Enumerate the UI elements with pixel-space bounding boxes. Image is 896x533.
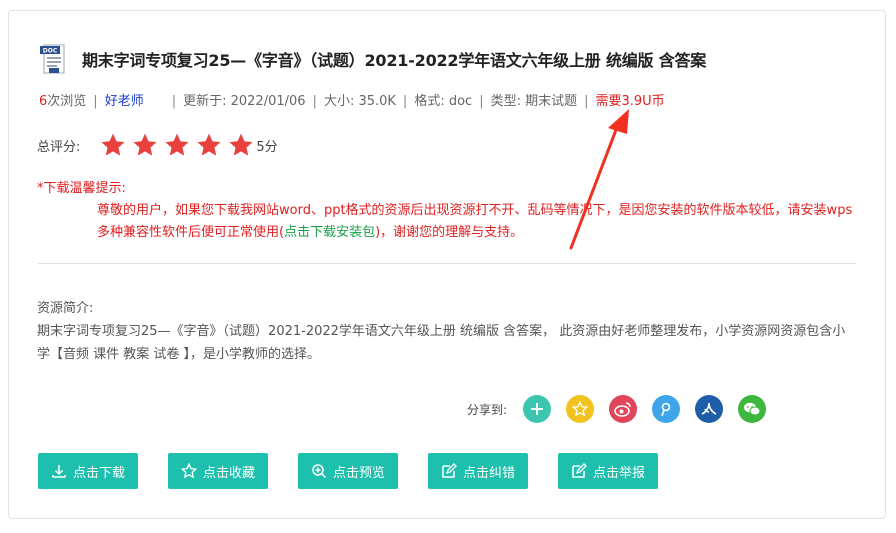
preview-button[interactable]: 点击预览 [298,453,398,489]
views-label: 次浏览 [47,94,87,109]
share-favorite-button[interactable] [566,395,595,423]
star-outline-icon [180,463,197,479]
download-tip-heading: *下载温馨提示: [37,181,126,196]
rating-stars [100,132,260,158]
zoom-in-icon [312,464,327,479]
file-format: 格式: doc [414,94,473,109]
intro-label: 资源简介: [37,301,94,316]
doc-file-icon: DOC [40,44,65,74]
share-plus-button[interactable] [523,395,552,423]
action-buttons: 点击下载 点击收藏 点击预览 点击纠错 点击举报 [38,453,688,489]
renren-icon [701,402,717,415]
rating-star-icon [101,133,125,156]
edit-icon [442,463,457,478]
resource-meta: 6次浏览 | 好老师 | 更新于: 2022/01/06 | 大小: 35.0K | 格式: d… [39,90,665,109]
rating-star-icon [165,133,189,156]
install-package-link[interactable]: 点击下载安装包 [284,225,375,240]
correct-button[interactable]: 点击纠错 [428,453,528,489]
doc-badge-label: DOC [43,48,58,55]
rating-score: 5分 [256,139,278,155]
resource-type: 类型: 期末试题 [490,94,578,109]
download-button[interactable]: 点击下载 [38,453,138,489]
weibo-icon [614,402,631,417]
rating-star-icon [197,133,221,156]
file-size: 大小: 35.0K [323,94,396,109]
download-button-label: 点击下载 [72,465,125,481]
star-favorite-icon [572,401,589,417]
page-title: 期末字词专项复习25—《字音》（试题）2021-2022学年语文六年级上册 统编… [82,51,707,70]
rating-star-icon [229,133,253,156]
preview-button-label: 点击预览 [332,465,385,481]
share-wechat-button[interactable] [738,395,767,423]
favorite-button-label: 点击收藏 [202,465,255,481]
download-tip-text: 尊敬的用户，如果您下载我网站word、ppt格式的资源后出现资源打不开、乱码等情… [97,203,853,240]
wechat-icon [744,402,761,416]
report-button[interactable]: 点击举报 [558,453,658,489]
author-link[interactable]: 好老师 [105,90,144,109]
edit-report-icon [572,463,587,478]
update-date: 更新于: 2022/01/06 [183,94,306,109]
rating-star-icon [133,133,157,156]
share-weibo-button[interactable] [609,395,638,423]
download-icon [52,465,66,478]
resource-card [8,10,886,519]
favorite-button[interactable]: 点击收藏 [168,453,268,489]
intro-text: 期末字词专项复习25—《字音》（试题）2021-2022学年语文六年级上册 统编… [37,324,846,362]
plus-icon [531,403,544,415]
rating-label: 总评分: [37,139,81,155]
price-label: 需要3.9U币 [595,94,665,109]
correct-button-label: 点击纠错 [462,465,515,481]
share-renren-button[interactable] [695,395,724,423]
divider [38,263,856,264]
share-label: 分享到: [467,402,508,417]
share-bar: 分享到: [467,395,781,423]
report-button-label: 点击举报 [592,465,645,481]
share-tencent-weibo-button[interactable] [652,395,681,423]
views-count: 6 [39,94,48,109]
rating-row: 总评分: 5分 [37,132,278,158]
tencent-weibo-icon [661,402,671,417]
